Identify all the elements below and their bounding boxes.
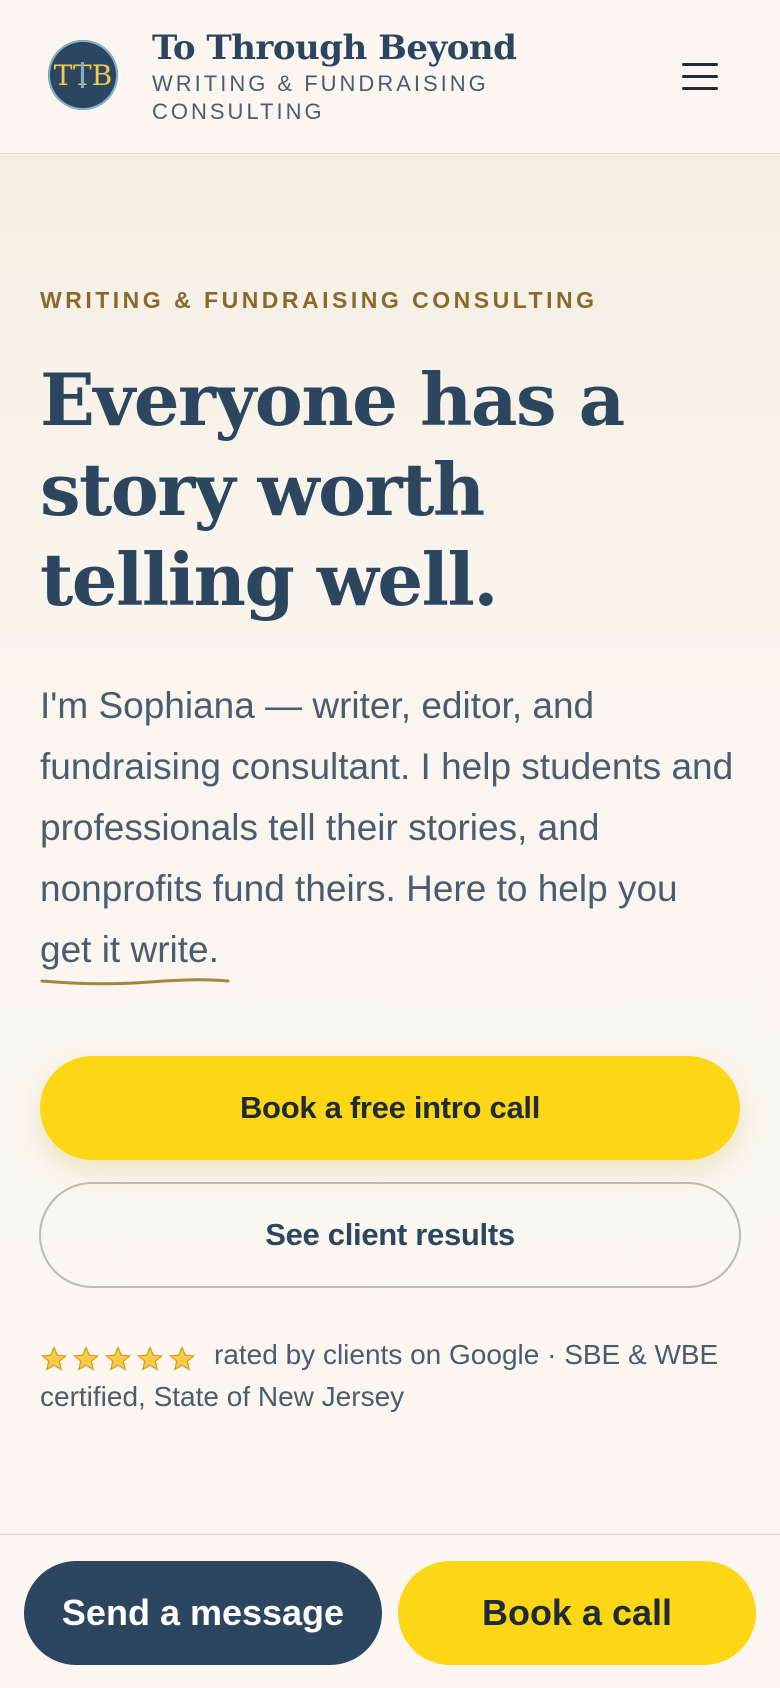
see-client-results-button[interactable]: See client results [39,1182,741,1288]
hero-intro: I'm Sophiana — writer, editor, and fundr… [40,675,752,986]
book-call-button[interactable]: Book a call [398,1561,756,1665]
hero-eyebrow: Writing & Fundraising Consulting [40,287,598,313]
intro-highlight: get it write [40,919,230,986]
site-header: TTB To Through Beyond Writing & Fundrais… [0,0,780,154]
rating-line: rated by clients on Google · SBE & WBE c… [40,1335,752,1417]
star-icon [168,1345,196,1371]
star-icon [72,1345,100,1371]
sticky-bottom-bar: Send a message Book a call [0,1534,780,1688]
intro-suffix: . [208,929,219,970]
star-icon [104,1345,132,1371]
hamburger-menu-icon[interactable] [668,52,732,100]
squiggle-underline-icon [40,978,230,986]
intro-highlight-text: get it write [40,929,209,970]
hero-section: Writing & Fundraising Consulting Everyon… [0,155,780,1533]
logo-icon[interactable]: TTB [48,40,118,110]
star-rating [40,1337,200,1377]
hero-headline: Everyone has a story worth telling well. [40,357,625,622]
brand-tagline: Writing & Fundraising Consulting [152,71,489,124]
brand-name[interactable]: To Through Beyond [152,28,517,68]
star-icon [136,1345,164,1371]
star-icon [40,1345,68,1371]
book-intro-call-button[interactable]: Book a free intro call [40,1056,740,1160]
intro-text: I'm Sophiana — writer, editor, and fundr… [40,685,734,909]
send-message-button[interactable]: Send a message [24,1561,382,1665]
